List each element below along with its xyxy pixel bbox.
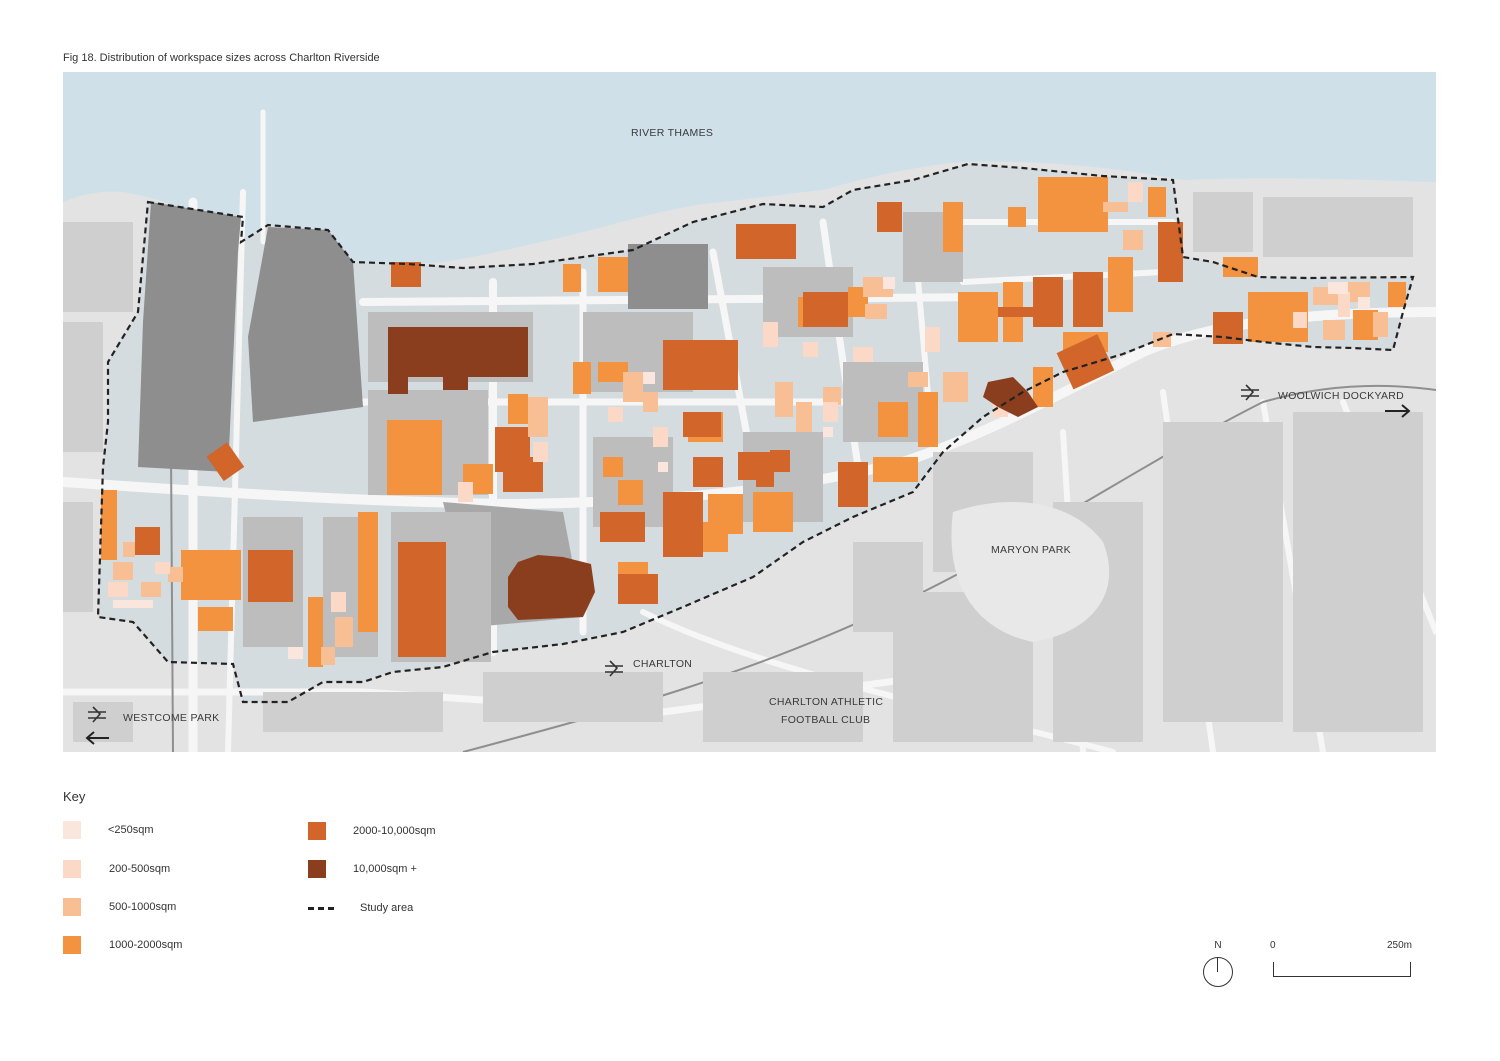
key-label: Study area xyxy=(360,902,414,914)
key-title: Key xyxy=(63,789,86,804)
key-label: 10,000sqm + xyxy=(353,863,417,875)
label-maryon-park: MARYON PARK xyxy=(991,544,1071,556)
workspace-map[interactable]: RIVER THAMES WOOLWICH DOCKYARD MARYON PA… xyxy=(63,72,1436,752)
figure-title: Fig 18. Distribution of workspace sizes … xyxy=(63,52,380,64)
key-item-1000-2000: 1000-2000sqm xyxy=(63,936,182,954)
key-item-under-250: <250sqm xyxy=(63,821,154,839)
scale-bar-line xyxy=(1273,962,1411,977)
key-item-10000-plus: 10,000sqm + xyxy=(308,860,417,878)
label-charlton-athletic: CHARLTON ATHLETIC xyxy=(769,696,883,708)
key-label: 500-1000sqm xyxy=(109,901,177,913)
swatch-500-1000 xyxy=(63,898,81,916)
swatch-10000-plus xyxy=(308,860,326,878)
key-item-200-500: 200-500sqm xyxy=(63,860,170,878)
scale-bar: 0 250m xyxy=(1270,940,1412,980)
swatch-200-500 xyxy=(63,860,81,878)
swatch-2000-10000 xyxy=(308,822,326,840)
north-arrow: N xyxy=(1202,940,1234,987)
swatch-under-250 xyxy=(63,821,81,839)
swatch-1000-2000 xyxy=(63,936,81,954)
key-label: <250sqm xyxy=(108,824,154,836)
scale-end: 250m xyxy=(1386,940,1412,951)
key-label: 1000-2000sqm xyxy=(109,939,183,951)
scale-start: 0 xyxy=(1270,940,1276,951)
key-label: 200-500sqm xyxy=(109,863,171,875)
key-item-study-area: Study area xyxy=(308,902,413,914)
label-woolwich-dockyard: WOOLWICH DOCKYARD xyxy=(1278,390,1404,402)
key-item-500-1000: 500-1000sqm xyxy=(63,898,176,916)
label-football-club: FOOTBALL CLUB xyxy=(781,714,870,726)
swatch-study-area xyxy=(308,906,334,910)
key-label: 2000-10,000sqm xyxy=(353,825,436,837)
key-item-2000-10000: 2000-10,000sqm xyxy=(308,822,436,840)
compass-icon xyxy=(1203,957,1233,987)
label-westcome-park: WESTCOME PARK xyxy=(123,712,219,724)
label-river-thames: RIVER THAMES xyxy=(631,127,713,139)
label-charlton: CHARLTON xyxy=(633,658,692,670)
north-label: N xyxy=(1214,940,1222,951)
